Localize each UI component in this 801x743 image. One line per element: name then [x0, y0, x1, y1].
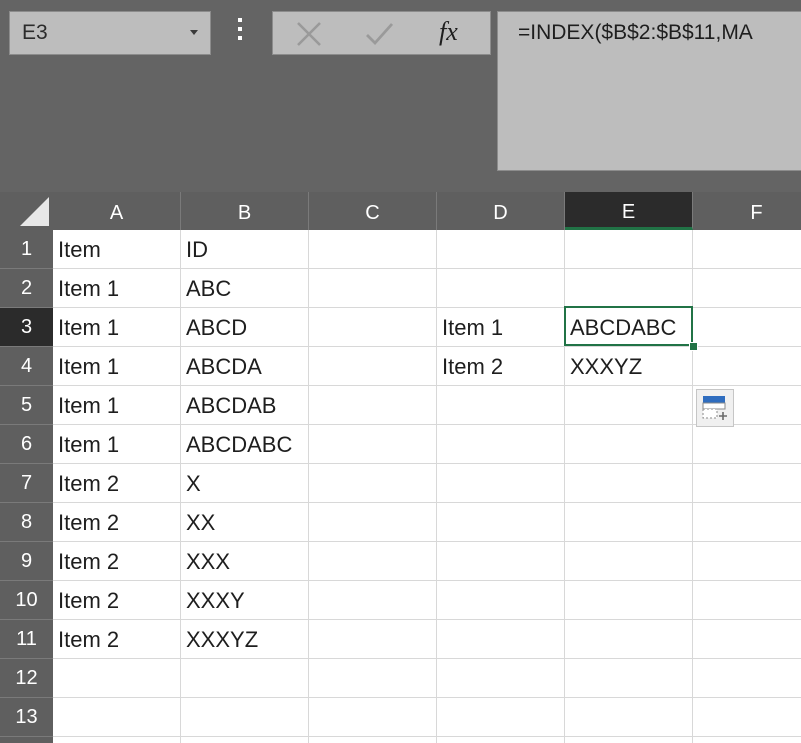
- cell-a1[interactable]: Item: [58, 231, 101, 269]
- checkmark-icon: [366, 23, 394, 46]
- paste-options-button[interactable]: [696, 389, 734, 427]
- row-header-12[interactable]: 12: [0, 659, 53, 698]
- close-icon: [297, 22, 321, 46]
- cancel-button[interactable]: [291, 12, 327, 54]
- cell-d3[interactable]: Item 1: [442, 309, 503, 347]
- select-all-triangle-icon: [20, 197, 49, 226]
- cell-e4[interactable]: XXXYZ: [570, 348, 642, 386]
- cell-a6[interactable]: Item 1: [58, 426, 119, 464]
- column-headers: A B C D E F: [53, 192, 801, 230]
- gridline: [53, 541, 801, 542]
- gridline: [53, 502, 801, 503]
- row-header-6[interactable]: 6: [0, 425, 53, 464]
- cell-b5[interactable]: ABCDAB: [186, 387, 276, 425]
- cell-b6[interactable]: ABCDABC: [186, 426, 292, 464]
- cell-b11[interactable]: XXXYZ: [186, 621, 258, 659]
- cell-b4[interactable]: ABCDA: [186, 348, 262, 386]
- column-header-f[interactable]: F: [693, 192, 801, 230]
- cell-b2[interactable]: ABC: [186, 270, 231, 308]
- column-header-a[interactable]: A: [53, 192, 181, 230]
- worksheet-grid: A B C D E F 1 2 3 4 5 6 7 8 9 10 11 12 1…: [0, 192, 801, 743]
- gridline: [53, 619, 801, 620]
- gridline: [53, 424, 801, 425]
- gridline: [53, 736, 801, 737]
- cell-b1[interactable]: ID: [186, 231, 208, 269]
- column-header-b[interactable]: B: [181, 192, 309, 230]
- row-header-8[interactable]: 8: [0, 503, 53, 542]
- formula-buttons: fx: [272, 11, 491, 55]
- column-header-c[interactable]: C: [309, 192, 437, 230]
- row-header-7[interactable]: 7: [0, 464, 53, 503]
- name-box-value: E3: [22, 21, 48, 44]
- cell-d4[interactable]: Item 2: [442, 348, 503, 386]
- name-box[interactable]: E3: [9, 11, 211, 55]
- select-all-button[interactable]: [0, 192, 53, 230]
- row-header-4[interactable]: 4: [0, 347, 53, 386]
- cell-a4[interactable]: Item 1: [58, 348, 119, 386]
- formula-bar-grip-icon[interactable]: [236, 18, 244, 48]
- gridline: [53, 697, 801, 698]
- formula-input[interactable]: =INDEX($B$2:$B$11,MA: [497, 11, 801, 171]
- cell-a3[interactable]: Item 1: [58, 309, 119, 347]
- insert-function-button[interactable]: fx: [433, 12, 473, 54]
- enter-button[interactable]: [361, 12, 397, 54]
- cell-b3[interactable]: ABCD: [186, 309, 247, 347]
- gridline: [53, 463, 801, 464]
- column-header-e[interactable]: E: [565, 192, 693, 230]
- formula-text: =INDEX($B$2:$B$11,MA: [518, 21, 753, 44]
- cell-a7[interactable]: Item 2: [58, 465, 119, 503]
- column-header-d[interactable]: D: [437, 192, 565, 230]
- row-header-1[interactable]: 1: [0, 230, 53, 269]
- row-headers: 1 2 3 4 5 6 7 8 9 10 11 12 13: [0, 230, 53, 743]
- cell-a8[interactable]: Item 2: [58, 504, 119, 542]
- cell-b8[interactable]: XX: [186, 504, 215, 542]
- gridline: [53, 658, 801, 659]
- gridline: [53, 580, 801, 581]
- gridline: [53, 385, 801, 386]
- formula-bar-area: E3 fx =INDEX($B$2:$B$11,MA: [0, 0, 801, 192]
- cell-b10[interactable]: XXXY: [186, 582, 245, 620]
- row-header-5[interactable]: 5: [0, 386, 53, 425]
- cell-b7[interactable]: X: [186, 465, 201, 503]
- row-header-9[interactable]: 9: [0, 542, 53, 581]
- chevron-down-icon[interactable]: [190, 30, 198, 35]
- fill-handle[interactable]: [689, 342, 698, 351]
- cell-a2[interactable]: Item 1: [58, 270, 119, 308]
- row-header-2[interactable]: 2: [0, 269, 53, 308]
- paste-options-icon: [702, 396, 727, 420]
- active-cell-border: [564, 306, 693, 346]
- gridline: [53, 268, 801, 269]
- row-header-11[interactable]: 11: [0, 620, 53, 659]
- row-header-10[interactable]: 10: [0, 581, 53, 620]
- cell-a10[interactable]: Item 2: [58, 582, 119, 620]
- cell-b9[interactable]: XXX: [186, 543, 230, 581]
- fx-icon: fx: [439, 17, 458, 46]
- cell-a9[interactable]: Item 2: [58, 543, 119, 581]
- cell-a5[interactable]: Item 1: [58, 387, 119, 425]
- row-header-3[interactable]: 3: [0, 308, 53, 347]
- row-header-13[interactable]: 13: [0, 698, 53, 737]
- cell-a11[interactable]: Item 2: [58, 621, 119, 659]
